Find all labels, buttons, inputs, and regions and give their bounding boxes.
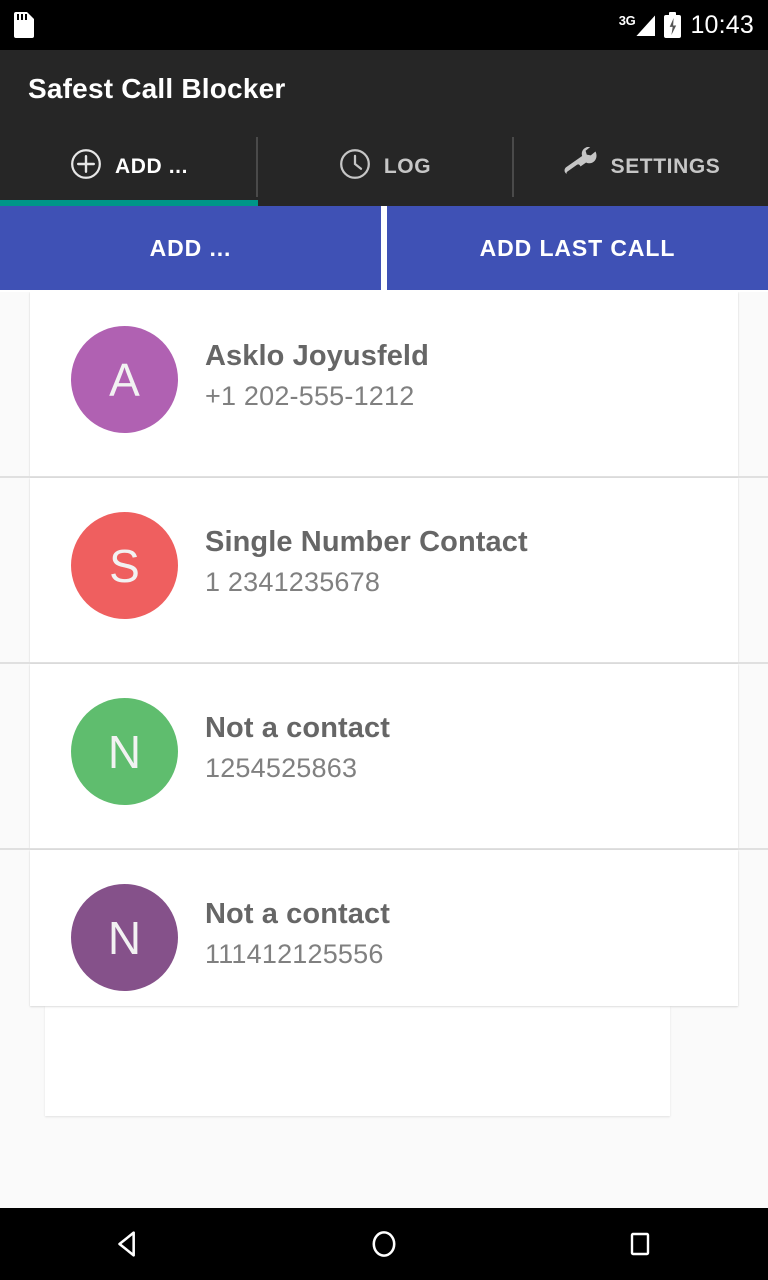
- page-title: Safest Call Blocker: [28, 73, 286, 104]
- tab-log[interactable]: LOG: [256, 128, 512, 206]
- plus-circle-icon: [68, 146, 104, 188]
- tab-settings[interactable]: SETTINGS: [512, 128, 768, 206]
- back-triangle-icon: [118, 1231, 135, 1257]
- avatar: S: [71, 512, 178, 619]
- contact-name: Single Number Contact: [205, 526, 528, 558]
- list-item[interactable]: A Asklo Joyusfeld +1 202-555-1212: [0, 292, 768, 478]
- tab-settings-label: SETTINGS: [610, 155, 721, 178]
- list-item[interactable]: S Single Number Contact 1 2341235678: [0, 478, 768, 664]
- contact-meta: Asklo Joyusfeld +1 202-555-1212: [205, 326, 429, 412]
- avatar: A: [71, 326, 178, 433]
- avatar: N: [71, 884, 178, 991]
- list-item[interactable]: N Not a contact 1254525863: [0, 664, 768, 850]
- contact-meta: Single Number Contact 1 2341235678: [205, 512, 528, 598]
- tab-add-label: ADD ...: [114, 155, 189, 178]
- battery-charging-icon: [664, 12, 682, 38]
- clock-icon: [337, 146, 373, 188]
- status-bar-clock: 10:43: [690, 10, 754, 39]
- add-last-call-button[interactable]: ADD LAST CALL: [387, 206, 768, 290]
- contact-card[interactable]: N Not a contact 1254525863: [30, 664, 738, 848]
- sd-card-icon: [14, 12, 34, 38]
- network-type-label: 3G: [618, 13, 636, 28]
- status-bar-right: 3G 10:43: [619, 11, 754, 40]
- contact-card[interactable]: N Not a contact 111412125556: [30, 850, 738, 1006]
- back-button[interactable]: [68, 1208, 188, 1280]
- action-button-bar: ADD ... ADD LAST CALL: [0, 206, 768, 292]
- phone-screen: 3G 10:43 Safest Call Blocker ADD ... LOG…: [0, 0, 768, 1280]
- avatar-initial: S: [109, 539, 140, 592]
- status-bar: 3G 10:43: [0, 0, 768, 50]
- list-item[interactable]: N Not a contact 111412125556: [0, 850, 768, 1006]
- add-button[interactable]: ADD ...: [0, 206, 381, 290]
- wrench-icon: [560, 146, 600, 187]
- contact-card[interactable]: S Single Number Contact 1 2341235678: [30, 478, 738, 662]
- android-nav-bar: [0, 1208, 768, 1280]
- app-bar: Safest Call Blocker ADD ... LOG SETTINGS: [0, 50, 768, 206]
- avatar-initial: N: [107, 911, 142, 964]
- tab-active-indicator: [0, 200, 258, 206]
- tab-log-label: LOG: [383, 155, 432, 178]
- avatar-initial: N: [107, 725, 142, 778]
- avatar-initial: A: [109, 353, 140, 406]
- recents-square-icon: [630, 1232, 650, 1256]
- contact-number: +1 202-555-1212: [205, 381, 415, 412]
- tab-add[interactable]: ADD ...: [0, 128, 256, 206]
- home-circle-icon: [372, 1231, 396, 1257]
- contact-card[interactable]: A Asklo Joyusfeld +1 202-555-1212: [30, 292, 738, 476]
- status-bar-left: [14, 12, 34, 38]
- avatar: N: [71, 698, 178, 805]
- contact-card-partial[interactable]: [45, 1006, 670, 1116]
- contact-name: Not a contact: [205, 898, 390, 930]
- home-button[interactable]: [324, 1208, 444, 1280]
- contact-number: 111412125556: [205, 939, 384, 970]
- tab-bar: ADD ... LOG SETTINGS: [0, 128, 768, 206]
- contact-number: 1 2341235678: [205, 567, 381, 598]
- contact-name: Asklo Joyusfeld: [205, 340, 429, 372]
- contact-meta: Not a contact 1254525863: [205, 698, 390, 784]
- contact-name: Not a contact: [205, 712, 390, 744]
- contact-list[interactable]: A Asklo Joyusfeld +1 202-555-1212 S Sing…: [0, 292, 768, 1181]
- contact-meta: Not a contact 111412125556: [205, 884, 390, 970]
- recents-button[interactable]: [580, 1208, 700, 1280]
- signal-bars-icon: 3G: [619, 14, 656, 36]
- contact-number: 1254525863: [205, 753, 358, 784]
